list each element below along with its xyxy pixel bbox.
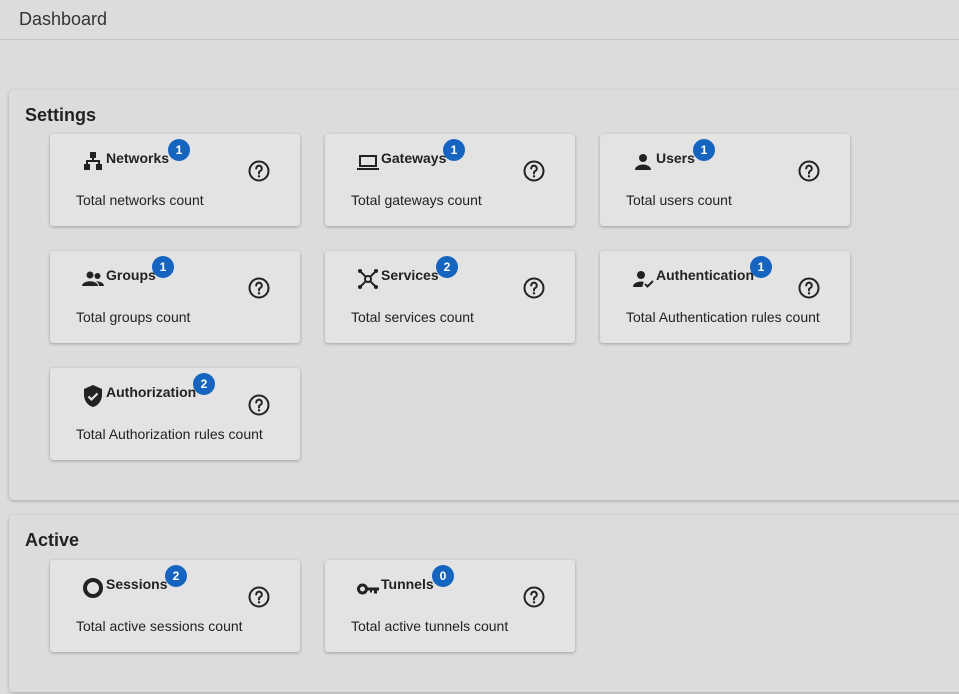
authentication-card-description: Total Authentication rules count [626, 309, 820, 325]
authorization-card[interactable]: Authorization 2 Total Authorization rule… [50, 368, 300, 460]
people-icon [81, 267, 105, 291]
sitemap-icon [81, 150, 105, 174]
authentication-card-title: Authentication [656, 267, 754, 283]
sessions-count-badge: 2 [165, 565, 187, 587]
networks-card[interactable]: Networks 1 Total networks count [50, 134, 300, 226]
help-icon[interactable] [247, 276, 271, 300]
settings-section-title: Settings [25, 105, 97, 125]
help-icon[interactable] [247, 585, 271, 609]
help-icon[interactable] [522, 159, 546, 183]
authentication-card[interactable]: Authentication 1 Total Authentication ru… [600, 251, 850, 343]
authorization-card-title: Authorization [106, 384, 197, 400]
gateways-card-description: Total gateways count [351, 192, 482, 208]
services-card-description: Total services count [351, 309, 474, 325]
help-icon[interactable] [797, 159, 821, 183]
gateways-card-title: Gateways [381, 150, 447, 166]
networks-card-title: Networks [106, 150, 170, 166]
person-icon [631, 150, 655, 174]
gateways-count-badge: 1 [443, 139, 465, 161]
users-card-description: Total users count [626, 192, 732, 208]
groups-count-badge: 1 [152, 256, 174, 278]
gateways-card[interactable]: Gateways 1 Total gateways count [325, 134, 575, 226]
tunnels-card-title: Tunnels [381, 576, 434, 592]
users-card[interactable]: Users 1 Total users count [600, 134, 850, 226]
networks-count-badge: 1 [168, 139, 190, 161]
ring-icon [81, 576, 105, 600]
laptop-icon [356, 150, 380, 174]
sessions-card-title: Sessions [106, 576, 168, 592]
key-icon [356, 576, 380, 600]
active-section: Active Sessions 2 Total active sessions … [9, 515, 959, 692]
services-count-badge: 2 [436, 256, 458, 278]
help-icon[interactable] [797, 276, 821, 300]
groups-card-title: Groups [106, 267, 156, 283]
help-icon[interactable] [247, 393, 271, 417]
shield-check-icon [81, 384, 105, 408]
sessions-card[interactable]: Sessions 2 Total active sessions count [50, 560, 300, 652]
tunnels-card[interactable]: Tunnels 0 Total active tunnels count [325, 560, 575, 652]
users-card-title: Users [656, 150, 695, 166]
authentication-count-badge: 1 [750, 256, 772, 278]
tunnels-card-description: Total active tunnels count [351, 618, 509, 634]
authorization-count-badge: 2 [193, 373, 215, 395]
person-check-icon [631, 267, 655, 291]
authorization-card-description: Total Authorization rules count [76, 426, 263, 442]
groups-card-description: Total groups count [76, 309, 191, 325]
sessions-card-description: Total active sessions count [76, 618, 243, 634]
page-title: Dashboard [19, 9, 108, 29]
users-count-badge: 1 [693, 139, 715, 161]
services-card[interactable]: Services 2 Total services count [325, 251, 575, 343]
top-bar: Dashboard [0, 0, 959, 40]
help-icon[interactable] [522, 585, 546, 609]
help-icon[interactable] [247, 159, 271, 183]
hub-icon [356, 267, 380, 291]
tunnels-count-badge: 0 [432, 565, 454, 587]
networks-card-description: Total networks count [76, 192, 204, 208]
services-card-title: Services [381, 267, 439, 283]
settings-section: Settings Networks 1 Total networks count… [9, 90, 959, 500]
active-section-title: Active [25, 530, 80, 550]
help-icon[interactable] [522, 276, 546, 300]
groups-card[interactable]: Groups 1 Total groups count [50, 251, 300, 343]
